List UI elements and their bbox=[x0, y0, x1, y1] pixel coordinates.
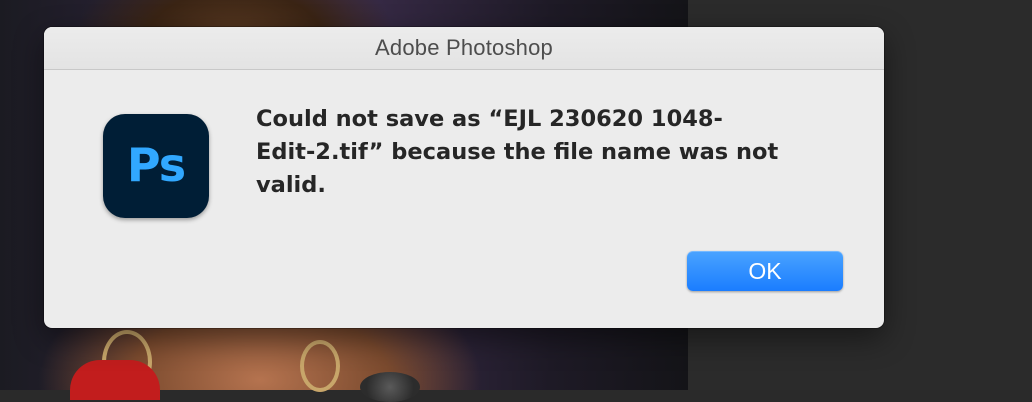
dialog-titlebar[interactable]: Adobe Photoshop bbox=[44, 27, 884, 70]
alert-dialog: Adobe Photoshop Ps Could not save as “EJ… bbox=[44, 27, 884, 328]
alert-message-line: Edit-2.tif” because the file name was no… bbox=[256, 139, 779, 165]
alert-message-line: Could not save as “EJL 230620 1048- bbox=[256, 106, 723, 132]
alert-message: Could not save as “EJL 230620 1048- Edit… bbox=[256, 103, 816, 202]
photoshop-app-icon: Ps bbox=[103, 114, 209, 218]
background-shirt bbox=[70, 360, 160, 400]
dialog-title: Adobe Photoshop bbox=[375, 35, 553, 60]
background-microphone bbox=[360, 372, 420, 402]
ok-button-label: OK bbox=[748, 257, 782, 284]
alert-message-line: valid. bbox=[256, 172, 326, 198]
ok-button[interactable]: OK bbox=[687, 251, 843, 291]
background-earring-right bbox=[300, 340, 340, 392]
photoshop-icon-label: Ps bbox=[126, 138, 186, 192]
